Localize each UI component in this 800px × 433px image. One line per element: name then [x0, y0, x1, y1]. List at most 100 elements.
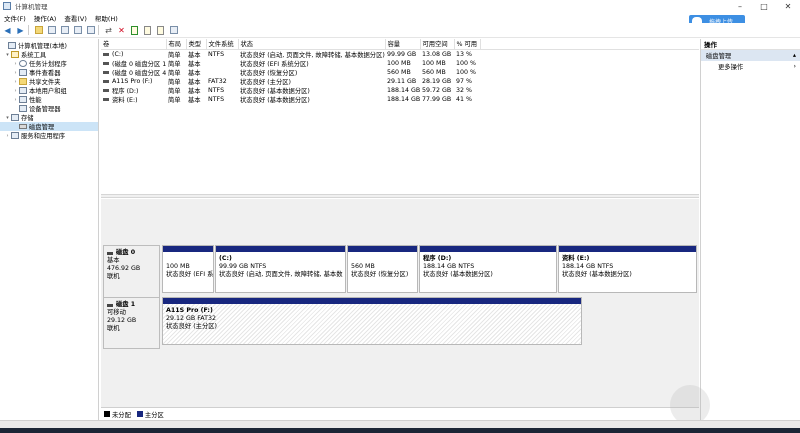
properties-icon[interactable] — [59, 25, 70, 36]
center-pane: 卷 布局 类型 文件系统 状态 容量 可用空间 % 可用 (C:) 简单 基本 … — [101, 39, 699, 420]
tree-item-device-manager[interactable]: 设备管理器 — [0, 104, 98, 113]
disk-icon — [19, 124, 27, 129]
menu-help[interactable]: 帮助(H) — [91, 13, 122, 23]
delete-icon[interactable]: ✕ — [116, 25, 127, 36]
column-header-type[interactable]: 类型 — [186, 39, 207, 50]
partition-c[interactable]: (C:) 99.99 GB NTFS 状态良好 (启动, 页面文件, 故障转储,… — [215, 245, 346, 293]
console-tree-icon[interactable] — [46, 25, 57, 36]
expand-arrow-icon[interactable]: › — [12, 61, 19, 67]
cell-status: 状态良好 (恢复分区) — [240, 69, 298, 77]
partition-size: 560 MB — [351, 263, 375, 270]
expand-arrow-icon[interactable]: › — [4, 133, 11, 139]
expand-arrow-icon[interactable]: › — [12, 79, 19, 85]
action-label: 更多操作 — [718, 64, 744, 71]
legend-unallocated: 未分配 — [104, 410, 131, 419]
forward-arrow-icon[interactable]: ▶ — [15, 25, 26, 36]
cell-type: 基本 — [188, 69, 201, 77]
partition-size: 188.14 GB NTFS — [423, 263, 475, 270]
cell-layout: 简单 — [168, 51, 181, 59]
expand-arrow-icon[interactable]: › — [12, 70, 19, 76]
column-header-layout[interactable]: 布局 — [166, 39, 187, 50]
disk-graph-view: 磁盘 0 基本 476.92 GB 联机 100 MB 状态良好 (EFI 系 … — [101, 199, 699, 407]
disk-1-label[interactable]: 磁盘 1 可移动 29.12 GB 联机 — [103, 297, 160, 349]
column-header-free-space[interactable]: 可用空间 — [420, 39, 455, 50]
expand-arrow-icon[interactable]: ▾ — [4, 52, 11, 58]
partition-status: 状态良好 (主分区) — [166, 323, 217, 330]
cell-free-space: 560 MB — [422, 68, 446, 76]
export-list-icon[interactable] — [85, 25, 96, 36]
disk-0-label[interactable]: 磁盘 0 基本 476.92 GB 联机 — [103, 245, 160, 305]
view-settings-icon[interactable] — [168, 25, 179, 36]
watermark-circle — [670, 385, 710, 425]
actions-pane: 操作 磁盘管理 ▴ 更多操作 › — [700, 39, 800, 420]
volume-icon — [103, 61, 109, 65]
actions-header: 操作 — [701, 39, 800, 50]
table-row[interactable]: (磁盘 0 磁盘分区 4) 简单 基本 状态良好 (恢复分区) 560 MB 5… — [101, 68, 699, 77]
tree-item-performance[interactable]: › 性能 — [0, 95, 98, 104]
column-header-percent-free[interactable]: % 可用 — [454, 39, 481, 50]
cell-volume: A11S Pro (F:) — [112, 77, 153, 85]
column-header-capacity[interactable]: 容量 — [385, 39, 421, 50]
table-row[interactable]: A11S Pro (F:) 简单 基本 FAT32 状态良好 (主分区) 29.… — [101, 77, 699, 86]
disk-size: 476.92 GB — [107, 265, 141, 272]
tree-item-task-scheduler[interactable]: › 任务计划程序 — [0, 59, 98, 68]
expand-arrow-icon[interactable]: › — [12, 88, 19, 94]
menu-view[interactable]: 查看(V) — [60, 13, 91, 23]
column-header-volume[interactable]: 卷 — [101, 39, 167, 50]
tree-item-services-applications[interactable]: › 服务和应用程序 — [0, 131, 98, 140]
partition-f[interactable]: A11S Pro (F:) 29.12 GB FAT32 状态良好 (主分区) — [162, 297, 582, 345]
partition-efi[interactable]: 100 MB 状态良好 (EFI 系 — [162, 245, 214, 293]
volume-icon — [103, 97, 109, 101]
partition-name: (C:) — [219, 255, 232, 262]
maximize-button[interactable]: □ — [752, 0, 776, 12]
menu-action[interactable]: 操作(A) — [30, 13, 61, 23]
tree-item-local-users[interactable]: › 本地用户和组 — [0, 86, 98, 95]
table-row[interactable]: (C:) 简单 基本 NTFS 状态良好 (启动, 页面文件, 故障转储, 基本… — [101, 49, 699, 59]
minimize-button[interactable]: – — [728, 0, 752, 12]
partition-d[interactable]: 程序 (D:) 188.14 GB NTFS 状态良好 (基本数据分区) — [419, 245, 557, 293]
cell-percent-free: 100 % — [456, 59, 477, 67]
up-folder-icon[interactable] — [33, 25, 44, 36]
column-header-filesystem[interactable]: 文件系统 — [206, 39, 239, 50]
table-row[interactable]: (磁盘 0 磁盘分区 1) 简单 基本 状态良好 (EFI 系统分区) 100 … — [101, 59, 699, 68]
cell-percent-free: 41 % — [456, 95, 472, 103]
tree-item-shared-folders[interactable]: › 共享文件夹 — [0, 77, 98, 86]
partition-recovery[interactable]: 560 MB 状态良好 (恢复分区) — [347, 245, 418, 293]
close-button[interactable]: ✕ — [776, 0, 800, 12]
cell-status: 状态良好 (主分区) — [240, 78, 291, 86]
legend-swatch — [136, 411, 143, 417]
pane-splitter[interactable] — [101, 194, 699, 198]
tree-item-system-tools[interactable]: ▾ 系统工具 — [0, 50, 98, 59]
tree-item-computer-management[interactable]: 计算机管理(本地) — [0, 41, 98, 50]
action-more-actions[interactable]: 更多操作 › — [701, 61, 800, 72]
cell-free-space: 100 MB — [422, 59, 446, 67]
search-file-icon[interactable] — [155, 25, 166, 36]
partition-status: 状态良好 (基本数据分区) — [562, 271, 632, 278]
tree-item-label: 服务和应用程序 — [21, 133, 66, 140]
new-file-icon[interactable] — [142, 25, 153, 36]
partition-name: A11S Pro (F:) — [166, 307, 213, 314]
table-row[interactable]: 资料 (E:) 简单 基本 NTFS 状态良好 (基本数据分区) 188.14 … — [101, 95, 699, 104]
chevron-right-icon: › — [793, 63, 796, 70]
navigation-tree: 计算机管理(本地) ▾ 系统工具 › 任务计划程序 › 事件查看器 › 共享文件… — [0, 39, 99, 420]
actions-group-disk-management[interactable]: 磁盘管理 ▴ — [701, 50, 800, 61]
back-arrow-icon[interactable]: ◀ — [2, 25, 13, 36]
cell-volume: (磁盘 0 磁盘分区 4) — [112, 69, 166, 77]
help-icon[interactable] — [72, 25, 83, 36]
tree-item-disk-management[interactable]: 磁盘管理 — [0, 122, 98, 131]
tree-item-event-viewer[interactable]: › 事件查看器 — [0, 68, 98, 77]
partition-e[interactable]: 资料 (E:) 188.14 GB NTFS 状态良好 (基本数据分区) — [558, 245, 697, 293]
window-title: 计算机管理 — [15, 3, 48, 11]
cell-volume: 程序 (D:) — [112, 87, 139, 95]
expand-arrow-icon[interactable]: › — [12, 97, 19, 103]
table-row[interactable]: 程序 (D:) 简单 基本 NTFS 状态良好 (基本数据分区) 188.14 … — [101, 86, 699, 95]
expand-arrow-icon[interactable]: ▾ — [4, 115, 11, 121]
connect-icon[interactable]: ⇄ — [103, 25, 114, 36]
collapse-arrow-icon[interactable]: ▴ — [793, 52, 796, 59]
cell-type: 基本 — [188, 78, 201, 86]
column-header-status[interactable]: 状态 — [238, 39, 386, 50]
tree-item-storage[interactable]: ▾ 存储 — [0, 113, 98, 122]
window-controls: – □ ✕ — [728, 0, 800, 12]
check-icon[interactable] — [129, 25, 140, 36]
menu-file[interactable]: 文件(F) — [0, 13, 30, 23]
